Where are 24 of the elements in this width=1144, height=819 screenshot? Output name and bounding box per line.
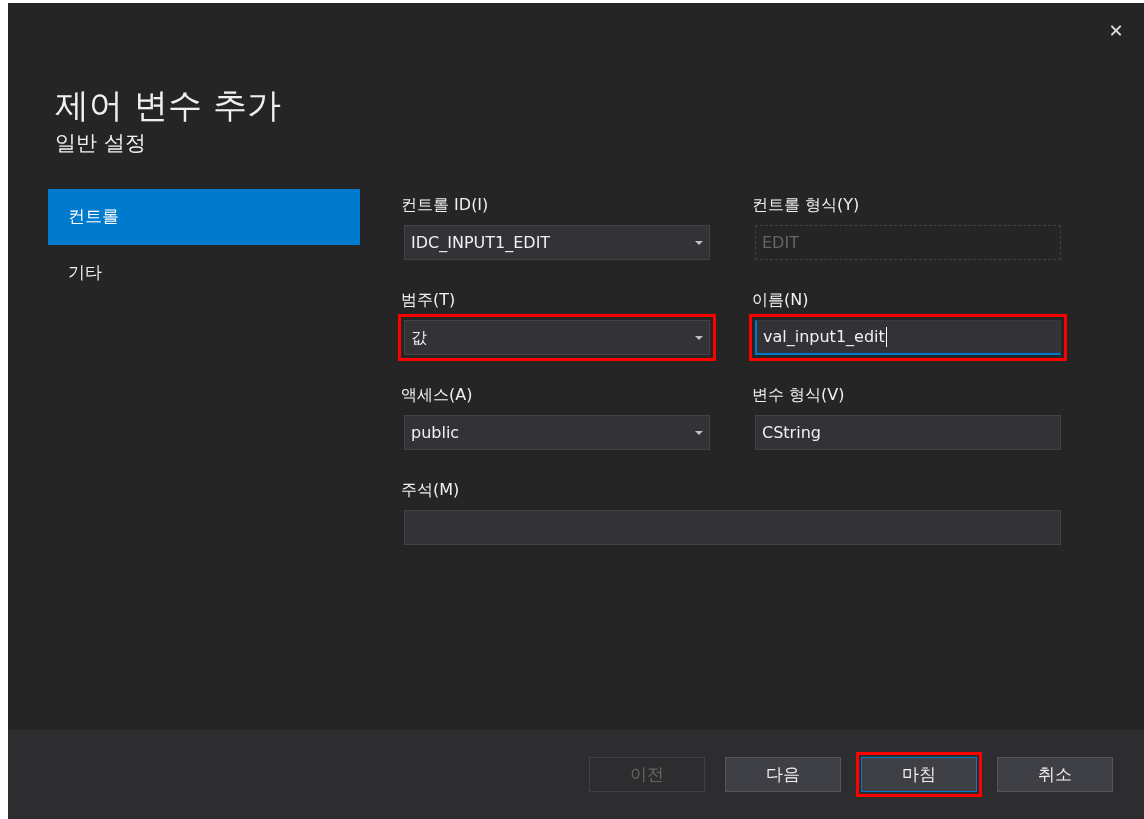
field-label: 컨트롤 ID(I) <box>401 195 489 215</box>
dialog-button[interactable]: 취소 <box>997 757 1113 792</box>
field-label: 컨트롤 형식(Y) <box>752 195 860 215</box>
dropdown-field[interactable]: public <box>404 415 710 450</box>
close-button[interactable]: ✕ <box>1104 19 1128 43</box>
dropdown-arrow-icon <box>695 240 703 245</box>
dropdown-field[interactable]: 값 <box>404 320 710 355</box>
dropdown-arrow-icon <box>695 430 703 435</box>
dialog-title: 제어 변수 추가 <box>55 84 281 127</box>
field-label: 범주(T) <box>401 290 456 310</box>
input-field[interactable]: CString <box>755 415 1061 450</box>
field-label: 주석(M) <box>401 480 460 500</box>
dialog-button[interactable]: 다음 <box>725 757 841 792</box>
dialog-button[interactable]: 마침 <box>861 757 977 792</box>
input-field[interactable] <box>404 510 1061 545</box>
dropdown-arrow-icon <box>695 335 703 340</box>
field-label: 이름(N) <box>752 290 809 310</box>
dialog-subtitle: 일반 설정 <box>55 130 146 157</box>
field-label: 액세스(A) <box>401 385 473 405</box>
dropdown-field[interactable]: IDC_INPUT1_EDIT <box>404 225 710 260</box>
input-field[interactable]: val_input1_edit <box>755 320 1061 355</box>
sidebar-item[interactable]: 컨트롤 <box>48 189 360 245</box>
sidebar-item[interactable]: 기타 <box>48 245 360 301</box>
field-label: 변수 형식(V) <box>752 385 845 405</box>
